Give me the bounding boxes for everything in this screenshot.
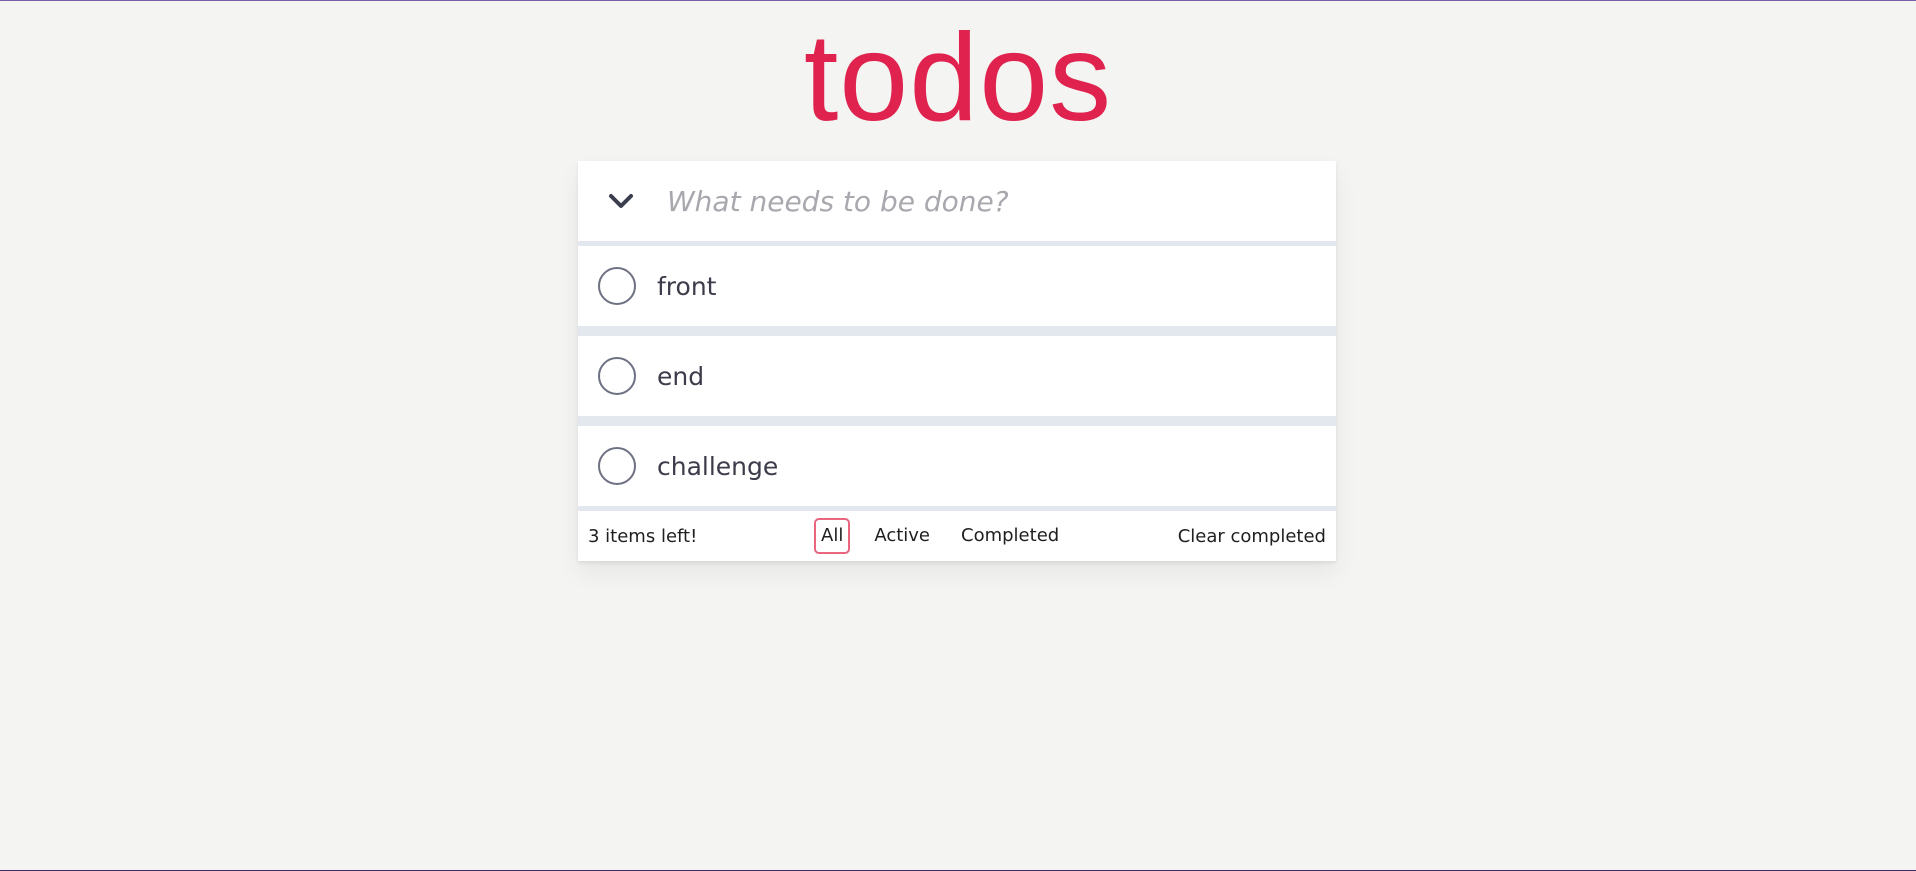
- filter-list: All Active Completed: [814, 518, 1083, 554]
- chevron-down-icon: [609, 194, 633, 208]
- todo-item: front: [578, 246, 1336, 336]
- todo-footer: 3 items left! All Active Completed Clear…: [578, 511, 1336, 561]
- todo-item: challenge: [578, 426, 1336, 511]
- new-todo-row: [578, 161, 1336, 246]
- app-title: todos: [803, 9, 1113, 147]
- todo-label[interactable]: front: [657, 272, 716, 301]
- clear-completed-button[interactable]: Clear completed: [1178, 526, 1326, 547]
- toggle-all-button[interactable]: [578, 161, 664, 241]
- filter-completed-link[interactable]: Completed: [954, 518, 1066, 554]
- todo-toggle-checkbox[interactable]: [598, 357, 636, 395]
- todo-label[interactable]: challenge: [657, 452, 778, 481]
- todo-item: end: [578, 336, 1336, 426]
- filter-active-link[interactable]: Active: [867, 518, 937, 554]
- filter-all-link[interactable]: All: [814, 518, 851, 554]
- todo-toggle-checkbox[interactable]: [598, 267, 636, 305]
- new-todo-input[interactable]: [667, 161, 1336, 241]
- todo-toggle-checkbox[interactable]: [598, 447, 636, 485]
- items-left-count: 3 items left!: [588, 525, 698, 547]
- todo-label[interactable]: end: [657, 362, 704, 391]
- todo-app: front end challenge 3 items left! All Ac…: [578, 161, 1336, 561]
